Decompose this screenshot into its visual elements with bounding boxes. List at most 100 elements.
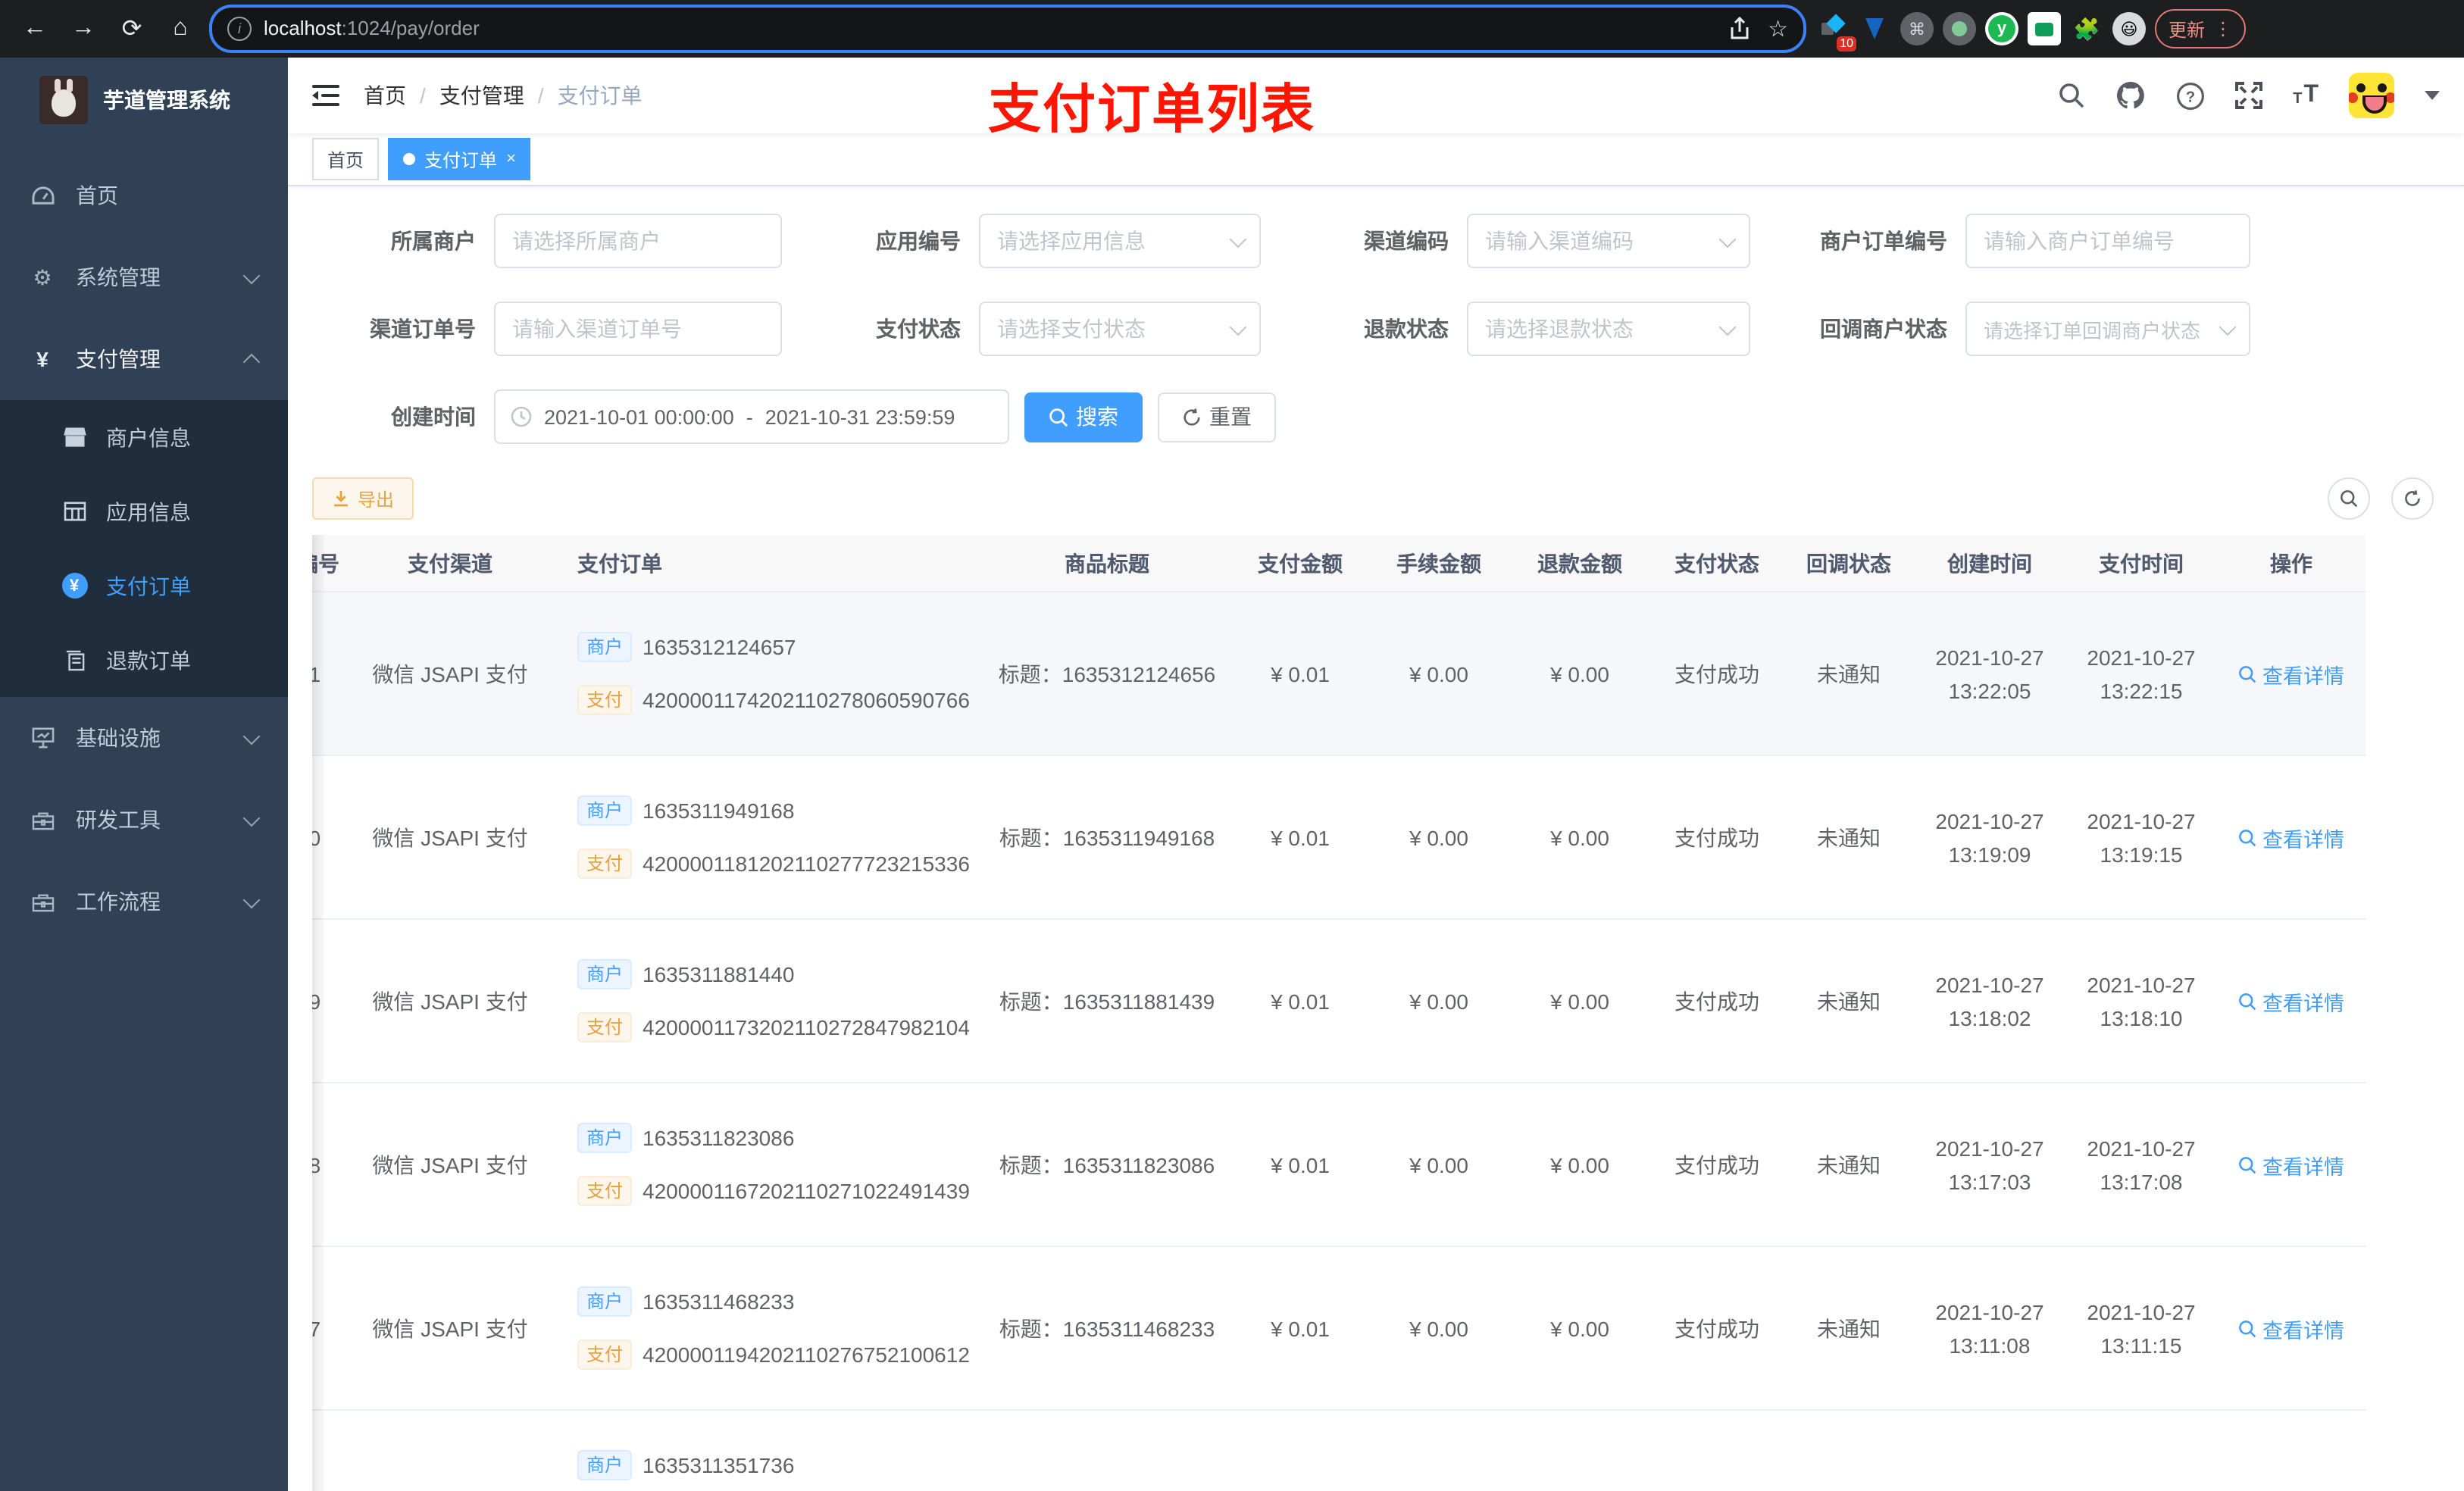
toggle-search-button[interactable]: [2328, 477, 2370, 520]
view-detail-link[interactable]: 查看详情: [2238, 986, 2344, 1016]
sidebar-toggle-icon[interactable]: [312, 85, 339, 106]
cell-refund-amount: ¥ 0.00: [1550, 1152, 1609, 1177]
yen-icon: ¥: [36, 347, 48, 371]
merchant-order-input[interactable]: 请输入商户订单编号: [1965, 214, 2250, 268]
col-pay-status: 支付状态: [1674, 551, 1759, 575]
view-detail-link[interactable]: 查看详情: [2238, 658, 2344, 689]
sidebar-item-infra[interactable]: 基础设施: [0, 697, 288, 779]
sidebar-item-label: 工作流程: [76, 889, 161, 914]
sidebar-item-app-info[interactable]: 应用信息: [0, 474, 288, 549]
tab-home[interactable]: 首页: [312, 138, 380, 180]
main-area: 首页 / 支付管理 / 支付订单 支付订单列表 ? TT 首页 支付订单 × 所…: [288, 58, 2464, 1491]
view-detail-label: 查看详情: [2262, 828, 2344, 851]
chevron-down-icon: [242, 727, 261, 745]
search-icon: [2239, 992, 2256, 1010]
table-row[interactable]: 商户 1635311351736 支付: [312, 1411, 2366, 1491]
payment-submenu: 商户信息 应用信息 ¥ 支付订单 退款订单: [0, 400, 288, 697]
browser-home-button[interactable]: ⌂: [161, 9, 200, 48]
user-avatar[interactable]: [2349, 73, 2394, 118]
extension-tag-icon[interactable]: 10: [1815, 12, 1856, 52]
extension-command-icon[interactable]: ⌘: [1900, 12, 1934, 45]
extension-y-icon[interactable]: y: [1985, 12, 2018, 45]
share-icon[interactable]: [1728, 17, 1750, 41]
search-icon: [2239, 1156, 2256, 1174]
channel-code-select[interactable]: 请输入渠道编码: [1467, 214, 1750, 268]
clock-icon: [511, 406, 532, 427]
app-logo[interactable]: 芋道管理系统: [0, 58, 288, 142]
create-date: 2021-10-27: [1935, 972, 2044, 996]
browser-back-button[interactable]: ←: [15, 9, 55, 48]
browser-menu-icon[interactable]: ⋮: [2214, 18, 2232, 39]
notify-status-select[interactable]: 请选择订单回调商户状态: [1965, 302, 2250, 356]
sidebar-item-label: 商户信息: [106, 425, 191, 449]
update-label: 更新: [2169, 19, 2206, 40]
view-detail-link[interactable]: 查看详情: [2238, 822, 2344, 852]
github-icon[interactable]: [2115, 80, 2146, 111]
url-host: localhost: [264, 17, 342, 39]
sidebar-item-devtools[interactable]: 研发工具: [0, 779, 288, 861]
extension-kite-icon[interactable]: [1858, 12, 1891, 45]
search-icon[interactable]: [2058, 82, 2085, 109]
search-icon: [1049, 408, 1068, 427]
reset-button[interactable]: 重置: [1158, 392, 1276, 442]
breadcrumb-payment[interactable]: 支付管理: [439, 80, 524, 111]
browser-forward-button[interactable]: →: [64, 9, 103, 48]
profile-emoji-icon[interactable]: 😃: [2112, 12, 2146, 45]
cell-fee-amount: ¥ 0.00: [1409, 1316, 1468, 1340]
app-select[interactable]: 请选择应用信息: [979, 214, 1261, 268]
url-path: :1024/pay/order: [341, 17, 480, 39]
cell-id: 17: [312, 1316, 365, 1340]
sidebar-item-pay-order[interactable]: ¥ 支付订单: [0, 549, 288, 623]
pay-status-select[interactable]: 请选择支付状态: [979, 302, 1261, 356]
table-row[interactable]: 20 微信 JSAPI 支付 商户 1635311949168 支付 42000…: [312, 756, 2366, 920]
close-icon[interactable]: ×: [506, 150, 516, 168]
sidebar-item-payment[interactable]: ¥ 支付管理: [0, 318, 288, 400]
extension-record-icon[interactable]: [1943, 12, 1976, 45]
placeholder: 请选择退款状态: [1485, 317, 1634, 341]
merchant-tag: 商户: [577, 1450, 633, 1480]
site-info-icon[interactable]: i: [227, 17, 252, 41]
sidebar-item-label: 支付订单: [106, 574, 191, 598]
sidebar-item-workflow[interactable]: 工作流程: [0, 861, 288, 942]
refund-status-select[interactable]: 请选择退款状态: [1467, 302, 1750, 356]
view-detail-link[interactable]: 查看详情: [2238, 1313, 2344, 1343]
table-row[interactable]: 21 微信 JSAPI 支付 商户 1635312124657 支付 42000…: [312, 592, 2366, 756]
avatar-dropdown-caret-icon[interactable]: [2425, 91, 2440, 100]
search-button[interactable]: 搜索: [1024, 392, 1143, 442]
sidebar-item-home[interactable]: 首页: [0, 155, 288, 236]
browser-update-button[interactable]: 更新 ⋮: [2155, 9, 2247, 48]
filter-label: 退款状态: [1364, 317, 1449, 341]
table-header: 编号 支付渠道 支付订单 商品标题 支付金额 手续金额 退款金额 支付状态 回调…: [312, 535, 2366, 592]
sidebar-item-refund-order[interactable]: 退款订单: [0, 623, 288, 697]
extensions-puzzle-icon[interactable]: 🧩: [2070, 12, 2103, 45]
fullscreen-icon[interactable]: [2235, 82, 2263, 109]
bookmark-star-icon[interactable]: ☆: [1768, 15, 1788, 42]
breadcrumb-current: 支付订单: [557, 83, 643, 108]
active-dot-icon: [403, 153, 416, 165]
tab-label: 首页: [327, 149, 364, 170]
merchant-input[interactable]: 请选择所属商户: [494, 214, 782, 268]
help-icon[interactable]: ?: [2176, 81, 2205, 110]
top-navbar: 首页 / 支付管理 / 支付订单 支付订单列表 ? TT: [288, 58, 2464, 139]
extension-chat-icon[interactable]: [2028, 12, 2061, 45]
tab-pay-order[interactable]: 支付订单 ×: [388, 138, 531, 180]
monitor-icon: [30, 727, 55, 749]
sidebar-item-system[interactable]: ⚙ 系统管理: [0, 236, 288, 318]
channel-order-input[interactable]: 请输入渠道订单号: [494, 302, 782, 356]
view-detail-label: 查看详情: [2262, 664, 2344, 687]
breadcrumb-home[interactable]: 首页: [364, 80, 406, 111]
table-row[interactable]: 17 微信 JSAPI 支付 商户 1635311468233 支付 42000…: [312, 1247, 2366, 1411]
export-button[interactable]: 导出: [312, 477, 414, 520]
address-bar[interactable]: i localhost:1024/pay/order ☆: [209, 5, 1806, 53]
document-icon: [61, 649, 88, 670]
sidebar-item-label: 支付管理: [76, 347, 161, 371]
table-row[interactable]: 19 微信 JSAPI 支付 商户 1635311881440 支付 42000…: [312, 920, 2366, 1083]
view-detail-link[interactable]: 查看详情: [2238, 1149, 2344, 1180]
font-size-icon[interactable]: TT: [2293, 83, 2319, 108]
browser-reload-button[interactable]: ⟳: [112, 9, 152, 48]
refresh-table-button[interactable]: [2391, 477, 2434, 520]
table-row[interactable]: 18 微信 JSAPI 支付 商户 1635311823086 支付 42000…: [312, 1083, 2366, 1247]
cell-channel: 微信 JSAPI 支付: [372, 1152, 528, 1177]
date-range-picker[interactable]: 2021-10-01 00:00:00 - 2021-10-31 23:59:5…: [494, 389, 1009, 444]
sidebar-item-merchant-info[interactable]: 商户信息: [0, 400, 288, 474]
